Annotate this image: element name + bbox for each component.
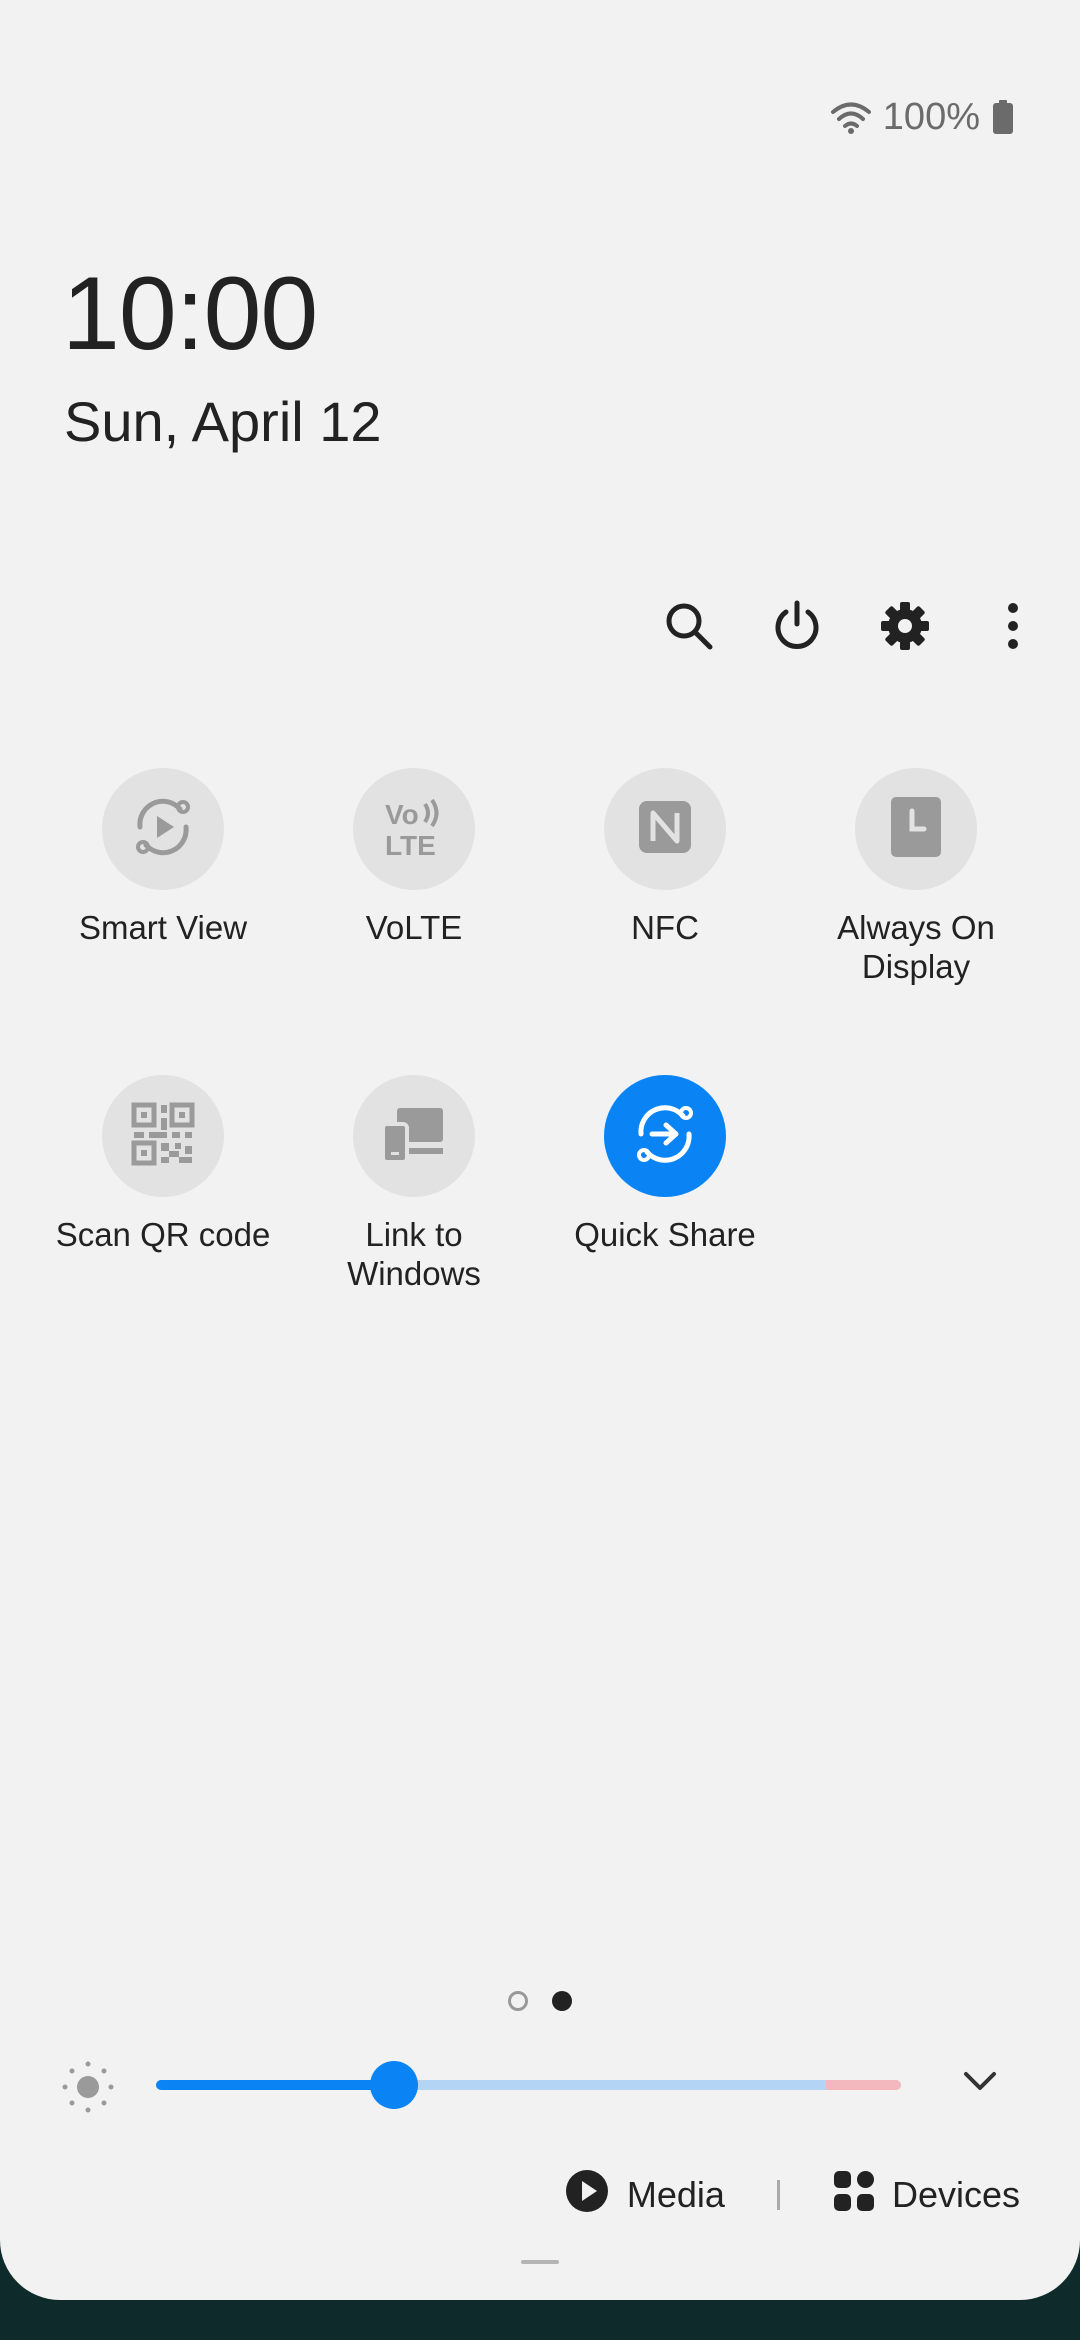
tile-label: Quick Share (574, 1216, 756, 1253)
tile-quick-share-button[interactable] (604, 1075, 726, 1197)
tile-label: NFC (631, 909, 699, 946)
tile-quick-share[interactable]: Quick Share (540, 1075, 790, 1254)
devices-label: Devices (891, 2174, 1020, 2215)
page-dot-1[interactable] (508, 1991, 528, 2011)
more-options-button[interactable] (974, 595, 1052, 661)
status-bar: 100% (830, 92, 1014, 142)
tile-label: Always On Display (837, 909, 995, 985)
devices-grid-icon (833, 2170, 874, 2220)
panel-bottom-bar: Media Devices (565, 2165, 1020, 2225)
brightness-bar (60, 2055, 1020, 2115)
tile-label: VoLTE (365, 909, 463, 946)
brightness-extra-range (826, 2080, 901, 2090)
tile-always-on-display[interactable]: Always On Display (791, 768, 1041, 986)
play-circle-icon (565, 2169, 609, 2222)
always-on-display-icon (888, 795, 944, 864)
clock-date[interactable]: Sun, April 12 (64, 394, 382, 450)
battery-icon (992, 100, 1014, 134)
page-dot-2[interactable] (552, 1991, 572, 2011)
tile-always-on-display-button[interactable] (855, 768, 977, 890)
tile-smart-view-button[interactable] (102, 768, 224, 890)
smart-view-icon (130, 794, 196, 865)
volte-icon: Vo LTE (381, 794, 447, 865)
tile-label: Link to Windows (347, 1216, 481, 1292)
media-label: Media (626, 2174, 725, 2215)
brightness-slider[interactable] (156, 2061, 901, 2109)
tile-link-to-windows-button[interactable] (353, 1075, 475, 1197)
svg-text:LTE: LTE (385, 830, 436, 860)
brightness-thumb[interactable] (370, 2061, 419, 2109)
tile-scan-qr-code[interactable]: Scan QR code (38, 1075, 288, 1254)
tile-nfc-button[interactable] (604, 768, 726, 890)
brightness-icon (60, 2059, 116, 2120)
svg-text:Vo: Vo (385, 799, 419, 830)
power-icon (771, 600, 823, 657)
qr-code-icon (131, 1102, 195, 1171)
clock-time[interactable]: 10:00 (62, 262, 318, 366)
battery-percent: 100% (882, 95, 980, 138)
tile-label: Scan QR code (55, 1216, 271, 1253)
tile-smart-view[interactable]: Smart View (38, 768, 288, 947)
panel-toolbar (650, 595, 1052, 661)
tile-label: Smart View (78, 909, 248, 946)
tile-nfc[interactable]: NFC (540, 768, 790, 947)
settings-button[interactable] (866, 595, 944, 661)
tile-link-to-windows[interactable]: Link to Windows (289, 1075, 539, 1293)
divider (776, 2180, 780, 2210)
quick-panel: 100% 10:00 Sun, April 12 Smart View Vo L… (0, 0, 1080, 2300)
tile-volte-button[interactable]: Vo LTE (353, 768, 475, 890)
wifi-icon (830, 100, 871, 134)
power-button[interactable] (758, 595, 836, 661)
media-button[interactable]: Media (565, 2169, 725, 2222)
brightness-fill (156, 2080, 395, 2090)
drag-handle[interactable] (521, 2260, 559, 2264)
chevron-down-icon[interactable] (960, 2061, 1000, 2106)
page-indicator (0, 1991, 1080, 2011)
nfc-icon (635, 797, 695, 862)
search-icon (663, 600, 715, 657)
tile-scan-qr-code-button[interactable] (102, 1075, 224, 1197)
more-vert-icon (1005, 600, 1021, 657)
quick-share-icon (630, 1099, 700, 1174)
devices-button[interactable]: Devices (833, 2170, 1020, 2220)
tile-volte[interactable]: Vo LTE VoLTE (289, 768, 539, 947)
gear-icon (880, 601, 930, 656)
link-to-windows-icon (381, 1104, 447, 1169)
search-button[interactable] (650, 595, 728, 661)
